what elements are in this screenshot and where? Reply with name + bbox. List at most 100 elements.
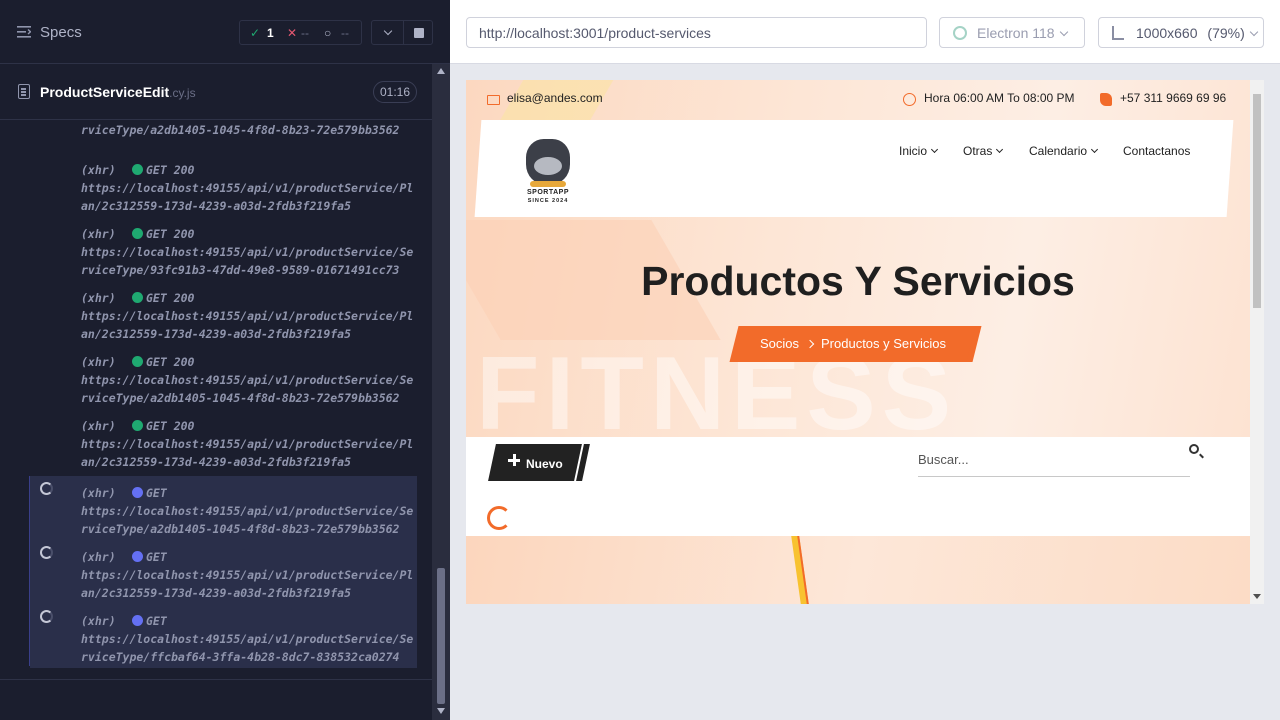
page-title: Productos Y Servicios: [641, 258, 1075, 304]
request-status: GET 200: [146, 291, 195, 305]
status-dot-icon: [132, 228, 143, 239]
decorative-streak: [791, 536, 809, 604]
clock-icon: [903, 93, 916, 106]
passed-count: 1: [267, 26, 274, 40]
xhr-label: (xhr): [81, 486, 116, 500]
xhr-label: (xhr): [81, 163, 116, 177]
request-url: https://localhost:49155/api/v1/productSe…: [81, 632, 414, 664]
request-url: https://localhost:49155/api/v1/productSe…: [81, 245, 414, 277]
request-url: https://localhost:49155/api/v1/productSe…: [81, 568, 414, 600]
logo-since: SINCE 2024: [527, 198, 569, 204]
status-dot-icon: [132, 292, 143, 303]
toggle-auto-scroll-button[interactable]: [371, 20, 404, 45]
status-dot-icon: [132, 487, 143, 498]
request-status: GET: [146, 550, 167, 564]
log-entry[interactable]: (xhr) GET 200 https://localhost:49155/ap…: [30, 415, 417, 475]
xhr-label: (xhr): [81, 419, 116, 433]
app-frame: FITNESS elisa@andes.com Hora 06:00 AM To…: [466, 80, 1264, 604]
specs-label[interactable]: Specs: [40, 24, 82, 41]
app-scrollbar-thumb[interactable]: [1253, 94, 1261, 308]
xhr-label: (xhr): [81, 355, 116, 369]
search-input[interactable]: [918, 442, 1190, 477]
log-entry[interactable]: (xhr) GET 200 https://localhost:49155/ap…: [30, 287, 417, 347]
contact-phone[interactable]: +57 311 9669 69 96: [1120, 91, 1226, 105]
logo-brand: SPORTAPP: [527, 189, 569, 196]
app-scrollbar[interactable]: [1250, 80, 1264, 604]
ruler-icon: [1112, 26, 1124, 40]
spec-duration: 01:16: [373, 81, 417, 103]
viewport-size: 1000x660: [1136, 25, 1198, 41]
pending-count: --: [341, 26, 349, 40]
xhr-label: (xhr): [81, 227, 116, 241]
aut-url-field[interactable]: http://localhost:3001/product-services: [466, 17, 927, 48]
browser-name: Electron 118: [977, 25, 1055, 41]
plus-icon: [508, 454, 520, 466]
nav-inicio[interactable]: Inicio: [899, 144, 939, 158]
nav-calendario[interactable]: Calendario: [1029, 144, 1099, 158]
xhr-label: (xhr): [81, 291, 116, 305]
phone-icon: [1100, 93, 1112, 106]
stop-button[interactable]: [403, 20, 433, 45]
loading-spinner-icon: [487, 506, 511, 530]
scroll-up-icon[interactable]: [437, 68, 445, 74]
request-status: GET: [146, 486, 167, 500]
scroll-down-icon[interactable]: [1253, 594, 1261, 599]
nav-otras[interactable]: Otras: [963, 144, 1004, 158]
viewport-info[interactable]: 1000x660 (79%): [1098, 17, 1264, 48]
chevron-down-icon: [1059, 27, 1068, 37]
browser-selector[interactable]: Electron 118: [939, 17, 1085, 48]
status-dot-icon: [132, 164, 143, 175]
log-entry[interactable]: (xhr) GET 200 https://localhost:49155/ap…: [30, 159, 417, 219]
nav-contactanos[interactable]: Contactanos: [1123, 144, 1190, 158]
request-url: https://localhost:49155/api/v1/productSe…: [81, 373, 414, 405]
logo-collar: [530, 181, 566, 187]
request-status: GET 200: [146, 419, 195, 433]
spec-file-name[interactable]: ProductServiceEdit.cy.js: [40, 84, 196, 100]
sportapp-logo[interactable]: SPORTAPP SINCE 2024: [518, 137, 578, 207]
log-entry-pending[interactable]: (xhr) GET https://localhost:49155/api/v1…: [30, 540, 417, 604]
hero-section: FITNESS elisa@andes.com Hora 06:00 AM To…: [466, 80, 1250, 437]
file-icon: [18, 84, 30, 99]
chevron-down-icon: [383, 26, 393, 36]
chevron-down-icon: [1249, 27, 1259, 37]
chevron-down-icon: [1091, 145, 1099, 154]
bulldog-logo-icon: [526, 139, 570, 185]
scrollbar-thumb[interactable]: [437, 568, 445, 704]
log-entry[interactable]: (xhr) GET 200 https://localhost:49155/ap…: [30, 351, 417, 411]
divider: [0, 679, 432, 680]
runner-header: Specs ✓ 1 ✕ -- ○ --: [0, 0, 450, 64]
status-dot-icon: [132, 615, 143, 626]
request-status: GET 200: [146, 163, 195, 177]
xhr-label: (xhr): [81, 550, 116, 564]
loading-spinner-icon: [40, 546, 53, 559]
fail-x-icon: ✕: [287, 26, 298, 40]
aut-panel: http://localhost:3001/product-services E…: [450, 0, 1280, 720]
specs-list-icon[interactable]: [17, 26, 31, 38]
chevron-down-icon: [996, 145, 1004, 154]
scroll-down-icon[interactable]: [437, 708, 445, 714]
pending-circle-icon: ○: [324, 26, 332, 40]
new-button-label[interactable]: Nuevo: [526, 457, 563, 471]
command-log-panel: Specs ✓ 1 ✕ -- ○ -- ProductServiceEdit.c…: [0, 0, 450, 720]
spec-header: ProductServiceEdit.cy.js 01:16: [0, 65, 432, 120]
log-entry[interactable]: https://localhost:49155/api/v1/productSe…: [30, 121, 417, 151]
loading-spinner-icon: [40, 482, 53, 495]
contact-email[interactable]: elisa@andes.com: [507, 91, 603, 105]
xhr-label: (xhr): [81, 614, 116, 628]
request-status: GET: [146, 614, 167, 628]
content-background: [466, 536, 1250, 604]
aut-header: http://localhost:3001/product-services E…: [450, 0, 1280, 64]
log-entry-pending[interactable]: (xhr) GET https://localhost:49155/api/v1…: [30, 604, 417, 668]
breadcrumb-socios[interactable]: Socios: [760, 336, 799, 351]
pass-check-icon: ✓: [250, 26, 261, 40]
request-url: https://localhost:49155/api/v1/productSe…: [81, 123, 400, 137]
electron-icon: [953, 26, 967, 40]
failed-count: --: [301, 26, 309, 40]
request-url: https://localhost:49155/api/v1/productSe…: [81, 309, 414, 341]
request-url: https://localhost:49155/api/v1/productSe…: [81, 504, 414, 536]
request-url: https://localhost:49155/api/v1/productSe…: [81, 437, 414, 469]
search-icon[interactable]: [1189, 444, 1199, 454]
loading-spinner-icon: [40, 610, 53, 623]
log-entry-pending[interactable]: (xhr) GET https://localhost:49155/api/v1…: [30, 476, 417, 540]
log-entry[interactable]: (xhr) GET 200 https://localhost:49155/ap…: [30, 223, 417, 283]
